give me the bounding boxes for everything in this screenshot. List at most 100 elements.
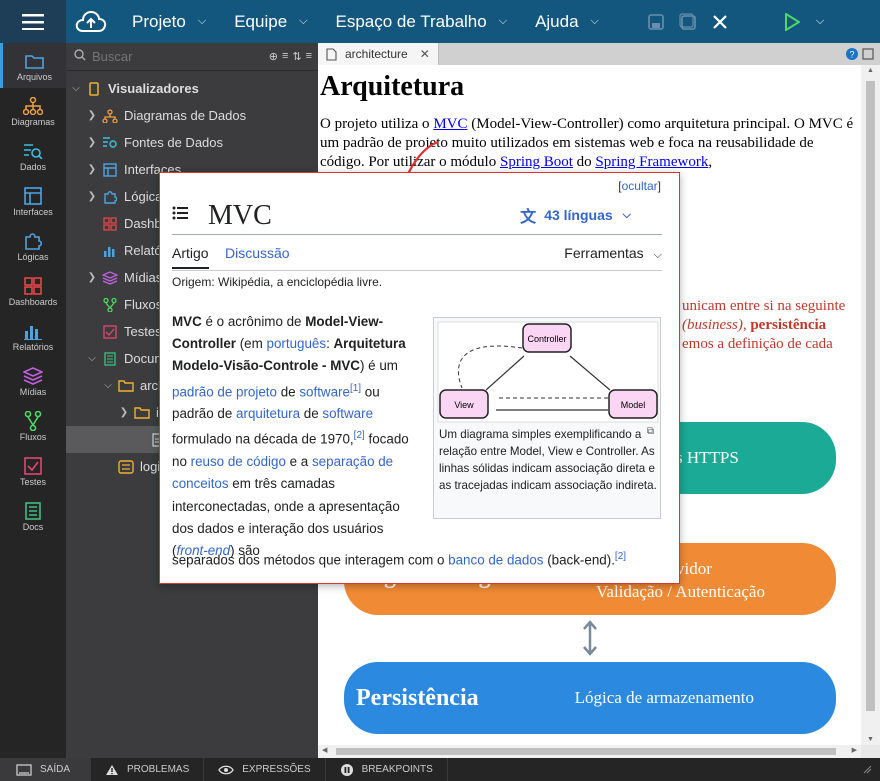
test-icon [24, 455, 42, 477]
languages-button[interactable]: 文 43 línguas ⌵ [520, 203, 631, 227]
list-icon[interactable] [172, 206, 188, 225]
filter-icon[interactable]: ≡ [306, 50, 312, 63]
link-reuso-de-codigo[interactable]: reuso de código [191, 454, 286, 469]
sidebar-item-fluxos[interactable]: Fluxos [0, 403, 66, 448]
tab-artigo[interactable]: Artigo [172, 245, 209, 269]
chevron-down-icon: ⌵ [815, 15, 825, 27]
sidebar-item-arquivos[interactable]: Arquivos [0, 43, 66, 88]
help-icon[interactable]: ? [846, 47, 858, 65]
scroll-up-icon[interactable]: ▲ [867, 67, 874, 74]
scroll-down-icon[interactable]: ▼ [867, 736, 874, 743]
sidebar-item-label: Fluxos [19, 431, 47, 442]
horizontal-scrollbar[interactable]: ◀ ▶ [318, 745, 861, 758]
link-arquitetura[interactable]: arquitetura [236, 406, 300, 421]
source-note: Origem: Wikipédia, a enciclopédia livre. [172, 275, 383, 289]
tree-item-fontes-de-dados[interactable]: ❯ Fontes de Dados [66, 129, 318, 156]
wikipedia-popup: [ocultar] MVC 文 43 línguas ⌵ Artigo Disc… [159, 172, 680, 584]
sidebar-item-midias[interactable]: Mídias [0, 358, 66, 403]
diagram-label-model: Model [621, 400, 646, 410]
link-banco-de-dados[interactable]: banco de dados [448, 552, 543, 567]
link-software[interactable]: software [299, 384, 350, 399]
document-icon [326, 47, 337, 61]
tab-expressoes[interactable]: EXPRESSÕES [204, 758, 326, 781]
save-icon [648, 13, 664, 30]
report-icon [102, 243, 118, 259]
citation-2[interactable]: [2] [354, 430, 365, 441]
scroll-right-icon[interactable]: ▶ [852, 746, 857, 754]
mvc-diagram: Controller View Model [437, 321, 659, 423]
mvc-link[interactable]: MVC [433, 116, 467, 132]
scroll-thumb[interactable] [336, 748, 836, 755]
sidebar-item-dashboards[interactable]: Dashboards [0, 268, 66, 313]
close-button[interactable] [704, 14, 736, 30]
citation-1[interactable]: [1] [350, 383, 361, 394]
pause-icon [340, 763, 354, 777]
scroll-thumb[interactable] [866, 81, 875, 711]
tab-discussao[interactable]: Discussão [225, 245, 290, 261]
sidebar-item-docs[interactable]: Docs [0, 493, 66, 538]
hide-link[interactable]: ocultar [622, 179, 658, 193]
article-last-line: separados dos métodos que interagem com … [172, 551, 627, 568]
menu-equipe[interactable]: Equipe ⌵ [218, 12, 319, 32]
menu-espaco-de-trabalho[interactable]: Espaço de Trabalho ⌵ [320, 12, 520, 32]
menu-label: Equipe [234, 11, 288, 31]
chevron-down-icon: ⌵ [590, 15, 599, 27]
tools-dropdown[interactable]: Ferramentas ⌵ [564, 245, 662, 262]
link-portugues[interactable]: português [267, 336, 327, 351]
media-icon [23, 365, 43, 387]
report-icon [24, 320, 42, 342]
figure-caption: Um diagrama simples exemplificando a rel… [439, 428, 657, 492]
search-input[interactable] [92, 49, 269, 64]
chevron-right-icon: ❯ [119, 407, 129, 418]
spring-framework-link[interactable]: Spring Framework [595, 154, 708, 170]
doc-partial-text: unicam entre si na seguinte (business), … [682, 298, 846, 352]
save-button[interactable] [640, 13, 672, 30]
popup-tabs: Artigo Discussão Ferramentas ⌵ [172, 243, 662, 271]
run-button[interactable] [776, 12, 808, 31]
docs-icon [102, 351, 118, 367]
tree-label: Testes [124, 324, 162, 339]
copy-icon[interactable] [862, 47, 874, 65]
hamburger-menu-button[interactable] [0, 0, 66, 43]
sidebar-item-diagramas[interactable]: Diagramas [0, 88, 66, 133]
sidebar-item-interfaces[interactable]: Interfaces [0, 178, 66, 223]
sidebar-item-relatorios[interactable]: Relatórios [0, 313, 66, 358]
link-software[interactable]: software [322, 406, 373, 421]
target-icon[interactable]: ⊕ [269, 50, 278, 63]
close-tab-icon[interactable]: ✕ [420, 47, 430, 61]
citation-2[interactable]: [2] [615, 551, 626, 562]
tab-saida[interactable]: SAÍDA [0, 758, 92, 781]
tree-label: Visualizadores [108, 81, 199, 96]
pill-persistencia: Persistência Lógica de armazenamento [344, 662, 836, 734]
flow-icon [102, 297, 118, 313]
resize-grip-icon[interactable] [862, 764, 872, 777]
tab-problemas[interactable]: PROBLEMAS [91, 758, 205, 781]
link-padrao-de-projeto[interactable]: padrão de projeto [172, 384, 277, 399]
menu-ajuda[interactable]: Ajuda ⌵ [519, 12, 611, 32]
activity-sidebar: Arquivos Diagramas Dados Interfaces Lógi… [0, 43, 66, 758]
scroll-left-icon[interactable]: ◀ [322, 746, 327, 754]
sidebar-item-testes[interactable]: Testes [0, 448, 66, 493]
run-options-button[interactable]: ⌵ [808, 15, 832, 28]
eye-icon [218, 765, 235, 775]
spring-boot-link[interactable]: Spring Boot [500, 154, 573, 170]
top-menu-bar: Projeto ⌵ Equipe ⌵ Espaço de Trabalho ⌵ Aju… [0, 0, 880, 43]
tree-label: Mídias [124, 270, 163, 285]
sidebar-item-label: Mídias [19, 386, 47, 397]
tab-breakpoints[interactable]: BREAKPOINTS [326, 758, 448, 781]
menu-projeto[interactable]: Projeto ⌵ [116, 12, 218, 32]
sidebar-item-logicas[interactable]: Lógicas [0, 223, 66, 268]
cloud-logo-icon [66, 0, 116, 43]
sidebar-item-dados[interactable]: Dados [0, 133, 66, 178]
tab-architecture[interactable]: architecture ✕ [318, 43, 439, 65]
tree-root-visualizadores[interactable]: ⌵ Visualizadores [66, 75, 318, 102]
sort-icon[interactable]: ⇅ [292, 50, 301, 63]
vertical-scrollbar[interactable]: ▲ ▼ [861, 65, 880, 745]
tree-item-diagramas-de-dados[interactable]: ❯ Diagramas de Dados [66, 102, 318, 129]
collapse-all-icon[interactable]: ≡ [282, 50, 288, 63]
diagram-icon [23, 95, 43, 117]
interface-icon [24, 185, 42, 207]
svg-text:?: ? [849, 50, 854, 60]
save-all-button[interactable] [672, 12, 704, 31]
output-icon [16, 763, 32, 776]
